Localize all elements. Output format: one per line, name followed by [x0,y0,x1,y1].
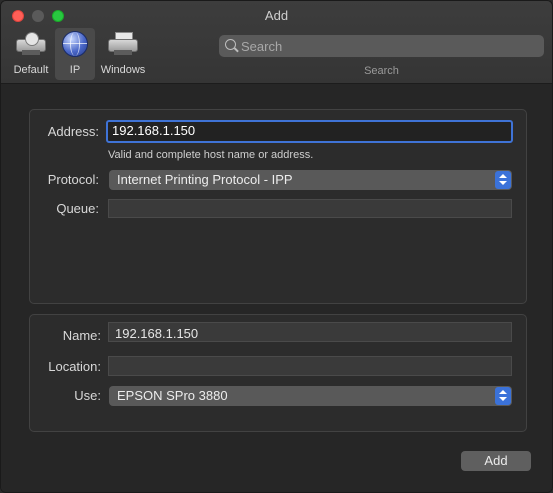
toolbar: Add Default IP Windows Search [1,1,552,84]
search-caption: Search [364,65,399,77]
content-area: Address: 192.168.1.150 Valid and complet… [1,84,552,492]
address-input[interactable]: 192.168.1.150 [106,120,513,143]
tab-windows-label: Windows [100,64,146,76]
tab-default-label: Default [13,64,49,76]
use-driver-value: EPSON SPro 3880 [117,388,228,403]
name-label: Name: [62,328,101,343]
search-icon [225,39,236,50]
window-title: Add [264,8,289,23]
queue-input[interactable] [108,199,512,218]
protocol-popup[interactable]: Internet Printing Protocol - IPP [109,170,512,190]
address-hint: Valid and complete host name or address. [108,149,314,161]
search-input[interactable] [241,35,531,57]
queue-label: Queue: [56,201,99,216]
globe-icon [62,31,88,57]
location-input[interactable] [108,356,512,376]
use-driver-popup[interactable]: EPSON SPro 3880 [109,386,512,406]
search-field[interactable] [219,35,544,57]
tab-ip[interactable]: IP [55,28,95,80]
add-printer-window: Add Default IP Windows Search Search Add… [0,0,553,493]
name-input[interactable]: 192.168.1.150 [108,322,512,342]
tab-ip-label: IP [69,64,81,76]
default-printer-icon [16,32,46,56]
protocol-value: Internet Printing Protocol - IPP [117,172,293,187]
protocol-label: Protocol: [47,172,99,187]
address-label: Address: [47,124,99,139]
chevron-updown-icon [495,171,511,189]
use-label: Use: [74,388,101,403]
windows-printer-icon [108,32,138,56]
chevron-updown-icon [495,387,511,405]
add-button[interactable]: Add [461,451,531,471]
tab-default[interactable]: Default [7,28,55,80]
location-label: Location: [48,359,101,374]
tab-windows[interactable]: Windows [95,28,151,80]
